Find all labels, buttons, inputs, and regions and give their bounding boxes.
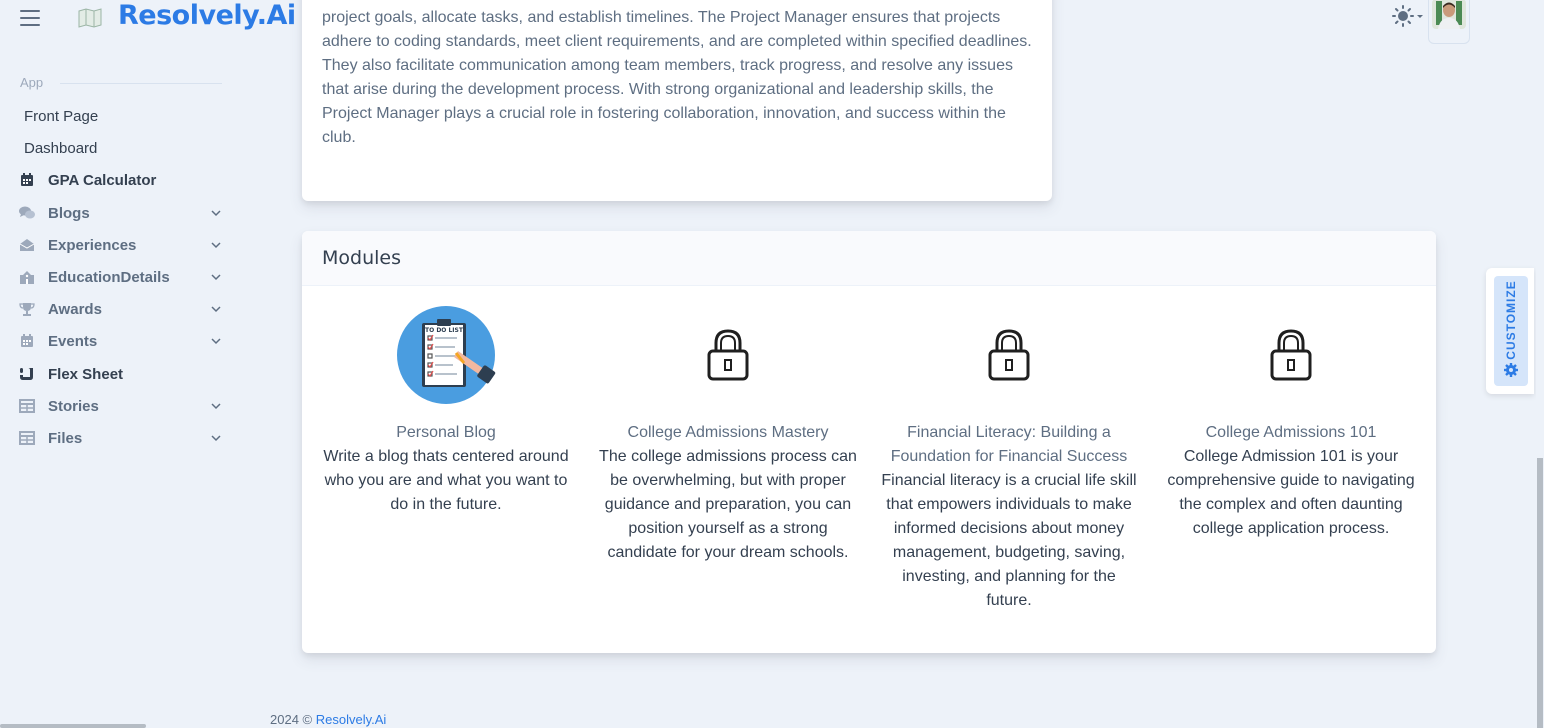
- theme-toggle-icon[interactable]: [1392, 4, 1426, 28]
- customize-label: CUSTOMIZE: [1504, 280, 1518, 360]
- horizontal-scrollbar-thumb[interactable]: [0, 724, 146, 728]
- table-icon: [18, 397, 36, 415]
- sidebar-item-label: Experiences: [48, 236, 137, 254]
- sidebar-item-blogs[interactable]: Blogs: [18, 200, 226, 226]
- chevron-down-icon: [211, 435, 221, 442]
- calendar-icon: [18, 332, 36, 350]
- to-do-list-caption: TO DO LIST: [425, 327, 464, 334]
- module-description: The college admissions process can be ov…: [599, 448, 857, 561]
- chevron-down-icon: [211, 274, 221, 281]
- module-card[interactable]: College Admissions 101 College Admission…: [1161, 305, 1421, 541]
- module-title[interactable]: Financial Literacy: Building a Foundatio…: [879, 421, 1139, 469]
- modules-card: Modules TO DO LIST Personal Blog Write a…: [302, 231, 1436, 653]
- sidebar-item-label: Files: [48, 429, 83, 447]
- sidebar-item-label: Flex Sheet: [48, 365, 124, 383]
- sidebar-item-awards[interactable]: Awards: [18, 296, 226, 322]
- menu-toggle-button[interactable]: [20, 10, 40, 26]
- brand-name[interactable]: Resolvely.Ai: [118, 0, 296, 31]
- footer-link[interactable]: Resolvely.Ai: [316, 712, 387, 727]
- modules-header: Modules: [302, 231, 1436, 286]
- chevron-down-icon: [211, 306, 221, 313]
- brand-logo-icon: [78, 8, 102, 28]
- sidebar-item-label: Dashboard: [24, 139, 98, 157]
- sidebar-item-files[interactable]: Files: [18, 425, 226, 451]
- sidebar-item-label: EducationDetails: [48, 268, 170, 286]
- module-title[interactable]: College Admissions 101: [1161, 421, 1421, 445]
- sidebar-item-label: Blogs: [48, 204, 90, 222]
- chevron-down-icon: [211, 403, 221, 410]
- description-card: project goals, allocate tasks, and estab…: [302, 0, 1052, 201]
- customize-button[interactable]: CUSTOMIZE: [1486, 268, 1534, 394]
- module-thumbnail: [598, 305, 858, 417]
- trophy-icon: [18, 300, 36, 318]
- module-description: College Admission 101 is your comprehens…: [1167, 448, 1415, 537]
- hamburger-line: [20, 17, 40, 19]
- vertical-scrollbar-thumb[interactable]: [1537, 458, 1543, 728]
- sidebar-item-label: Stories: [48, 397, 99, 415]
- sidebar-item-label: GPA Calculator: [48, 171, 157, 189]
- footer: 2024 © Resolvely.Ai: [270, 712, 386, 727]
- customize-panel: CUSTOMIZE: [1494, 276, 1528, 386]
- module-thumbnail: TO DO LIST: [316, 305, 576, 417]
- module-card[interactable]: College Admissions Mastery The college a…: [598, 305, 858, 565]
- module-description: Financial literacy is a crucial life ski…: [881, 472, 1137, 609]
- envelope-open-icon: [18, 236, 36, 254]
- sidebar-item-label: Front Page: [24, 107, 99, 125]
- avatar: [1432, 0, 1466, 29]
- scroll-icon: [18, 365, 36, 383]
- sidebar-item-education-details[interactable]: EducationDetails: [18, 264, 226, 290]
- sidebar-item-gpa-calculator[interactable]: GPA Calculator: [18, 167, 226, 193]
- module-thumbnail: [1161, 305, 1421, 417]
- lock-icon: [1270, 329, 1312, 381]
- sidebar-item-stories[interactable]: Stories: [18, 393, 226, 419]
- module-description: Write a blog thats centered around who y…: [323, 448, 569, 513]
- gear-icon: [1504, 363, 1518, 377]
- nav-section-label: App: [20, 75, 44, 90]
- sidebar-item-dashboard[interactable]: Dashboard: [24, 135, 232, 161]
- school-icon: [18, 268, 36, 286]
- hamburger-line: [20, 24, 40, 26]
- sidebar-item-label: Awards: [48, 300, 102, 318]
- modules-title: Modules: [322, 247, 401, 269]
- nav-divider: [60, 83, 222, 84]
- module-card[interactable]: Financial Literacy: Building a Foundatio…: [879, 305, 1139, 613]
- module-thumbnail: [879, 305, 1139, 417]
- comments-icon: [18, 204, 36, 222]
- user-menu-button[interactable]: [1428, 0, 1470, 44]
- lock-icon: [988, 329, 1030, 381]
- sidebar-item-events[interactable]: Events: [18, 328, 226, 354]
- description-text: project goals, allocate tasks, and estab…: [322, 9, 1032, 146]
- lock-icon: [707, 329, 749, 381]
- module-title[interactable]: Personal Blog: [316, 421, 576, 445]
- module-card[interactable]: TO DO LIST Personal Blog Write a blog th…: [316, 305, 576, 517]
- chevron-down-icon: [211, 242, 221, 249]
- hamburger-line: [20, 10, 40, 12]
- module-title[interactable]: College Admissions Mastery: [598, 421, 858, 445]
- sidebar-item-front-page[interactable]: Front Page: [24, 103, 232, 129]
- to-do-list-illustration: TO DO LIST: [397, 306, 496, 404]
- footer-copyright: 2024 ©: [270, 712, 313, 727]
- table-icon: [18, 429, 36, 447]
- sidebar-item-flex-sheet[interactable]: Flex Sheet: [18, 361, 226, 387]
- sidebar-item-label: Events: [48, 332, 98, 350]
- chevron-down-icon: [211, 338, 221, 345]
- chevron-down-icon: [211, 210, 221, 217]
- sidebar-item-experiences[interactable]: Experiences: [18, 232, 226, 258]
- calendar-icon: [18, 171, 36, 189]
